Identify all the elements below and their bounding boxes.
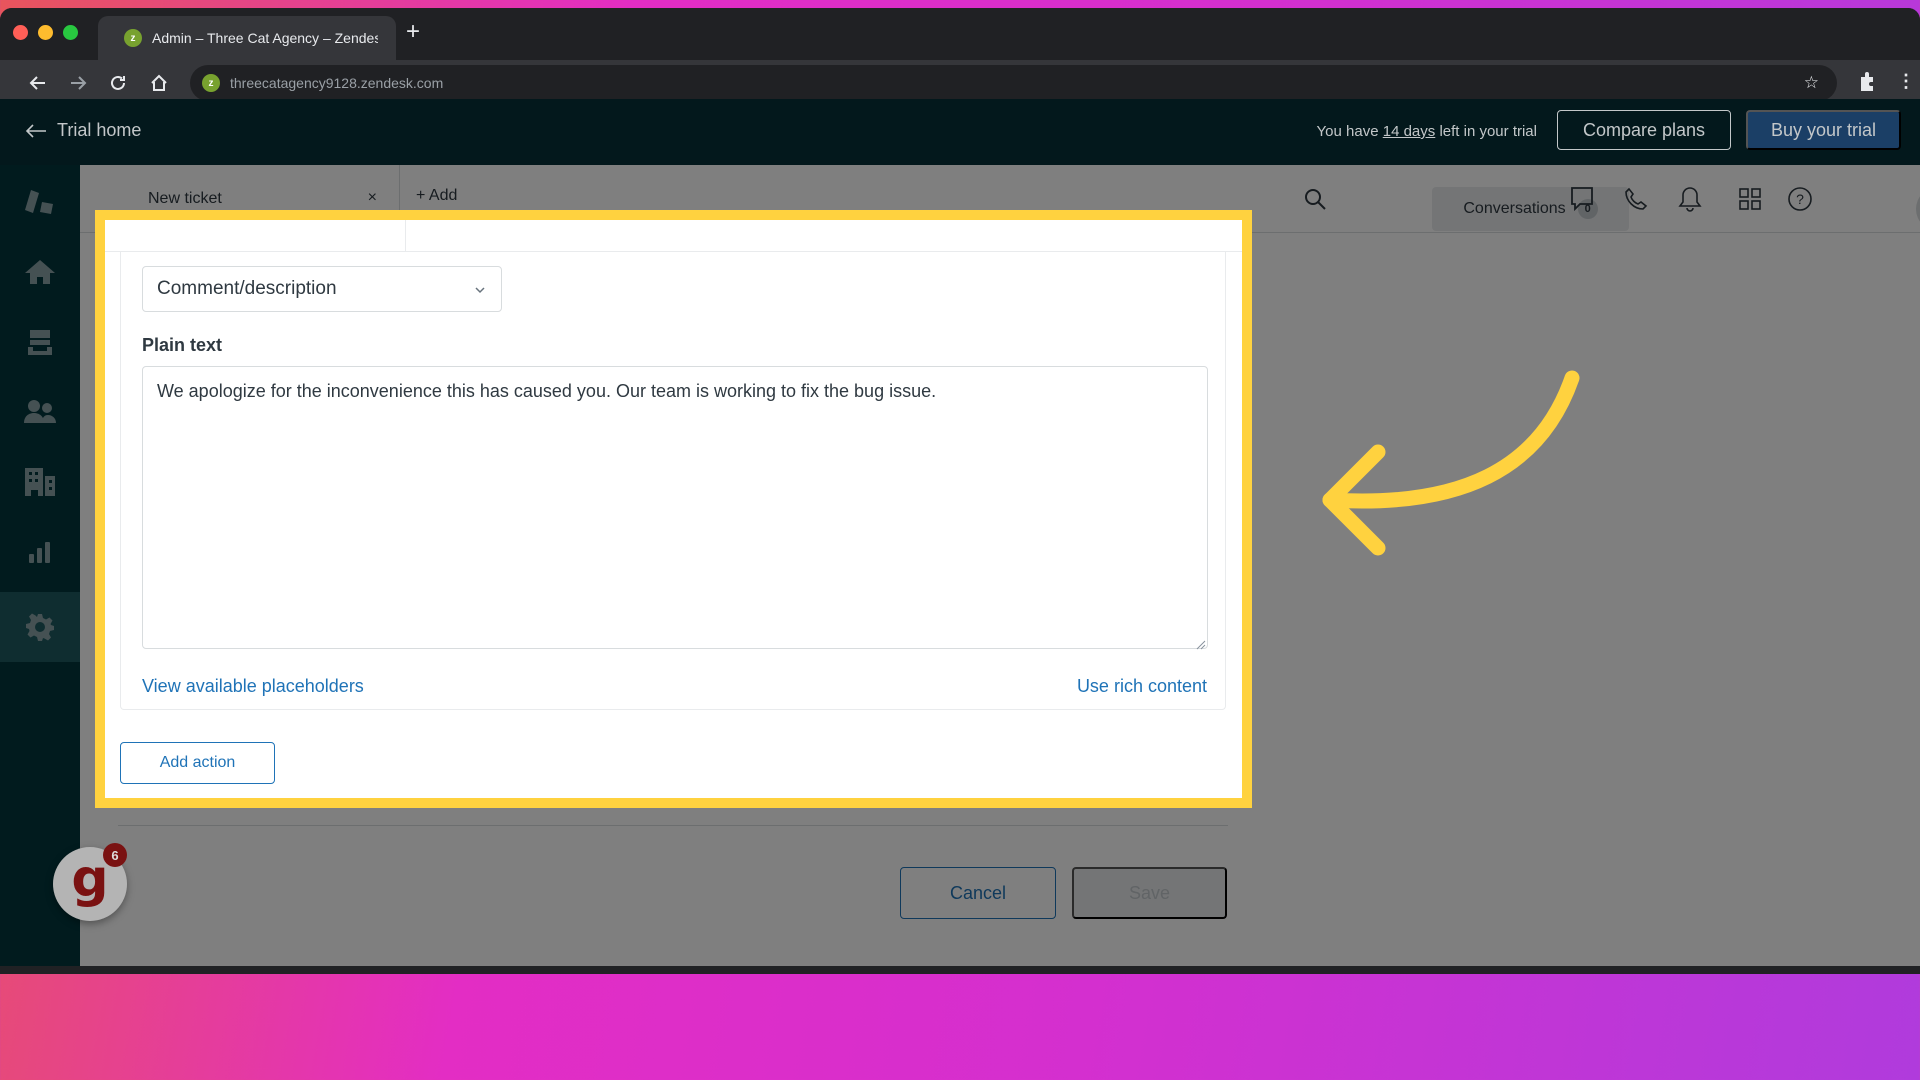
trial-home-link[interactable]: Trial home: [25, 120, 141, 141]
minimize-window-button[interactable]: [38, 25, 53, 40]
widget-badge: 6: [103, 843, 127, 867]
field-select-value: Comment/description: [157, 278, 337, 299]
browser-tab[interactable]: z Admin – Three Cat Agency – Zendesk: [98, 16, 396, 60]
highlight-frame: Comment/description Plain text We apolog…: [95, 210, 1252, 808]
browser-tabstrip: z Admin – Three Cat Agency – Zendesk +: [0, 8, 1920, 60]
trial-days-link[interactable]: 14 days: [1383, 123, 1436, 140]
back-icon[interactable]: [25, 70, 51, 96]
add-action-button[interactable]: Add action: [120, 742, 275, 784]
comment-textarea[interactable]: We apologize for the inconvenience this …: [142, 366, 1208, 649]
resize-handle-icon[interactable]: [1196, 637, 1206, 655]
extensions-puzzle-icon[interactable]: [1858, 71, 1878, 98]
trial-message: You have 14 days left in your trial: [1317, 123, 1537, 140]
bookmark-star-icon[interactable]: ☆: [1804, 73, 1819, 93]
url-text[interactable]: threecatagency9128.zendesk.com: [230, 75, 443, 91]
back-arrow-icon: [25, 123, 46, 138]
action-editor: Comment/description Plain text We apolog…: [105, 220, 1242, 798]
trial-message-suffix: left in your trial: [1435, 123, 1537, 140]
new-tab-button[interactable]: +: [406, 20, 420, 44]
address-bar[interactable]: z threecatagency9128.zendesk.com ☆: [190, 65, 1837, 101]
browser-menu-icon[interactable]: ⋮: [1897, 72, 1915, 90]
compare-plans-button[interactable]: Compare plans: [1557, 110, 1731, 150]
chevron-down-icon: [473, 281, 487, 303]
reload-icon[interactable]: [105, 70, 131, 96]
tab-title: Admin – Three Cat Agency – Zendesk: [152, 30, 378, 46]
guidde-widget[interactable]: g 6: [53, 843, 127, 921]
action-card: Comment/description Plain text We apolog…: [120, 251, 1226, 710]
field-select[interactable]: Comment/description: [142, 266, 502, 312]
close-window-button[interactable]: [13, 25, 28, 40]
site-favicon-icon: z: [202, 74, 220, 92]
maximize-window-button[interactable]: [63, 25, 78, 40]
zendesk-favicon-icon: z: [124, 29, 142, 47]
home-icon[interactable]: [146, 70, 172, 96]
tab-separator: [405, 220, 406, 251]
trial-bar: Trial home You have 14 days left in your…: [0, 99, 1920, 165]
trial-message-prefix: You have: [1316, 123, 1383, 140]
buy-trial-button[interactable]: Buy your trial: [1746, 110, 1901, 150]
plain-text-label: Plain text: [142, 335, 223, 355]
forward-icon[interactable]: [65, 70, 91, 96]
view-placeholders-link[interactable]: View available placeholders: [142, 676, 364, 697]
use-rich-content-link[interactable]: Use rich content: [1077, 676, 1207, 697]
trial-home-label: Trial home: [57, 120, 142, 140]
